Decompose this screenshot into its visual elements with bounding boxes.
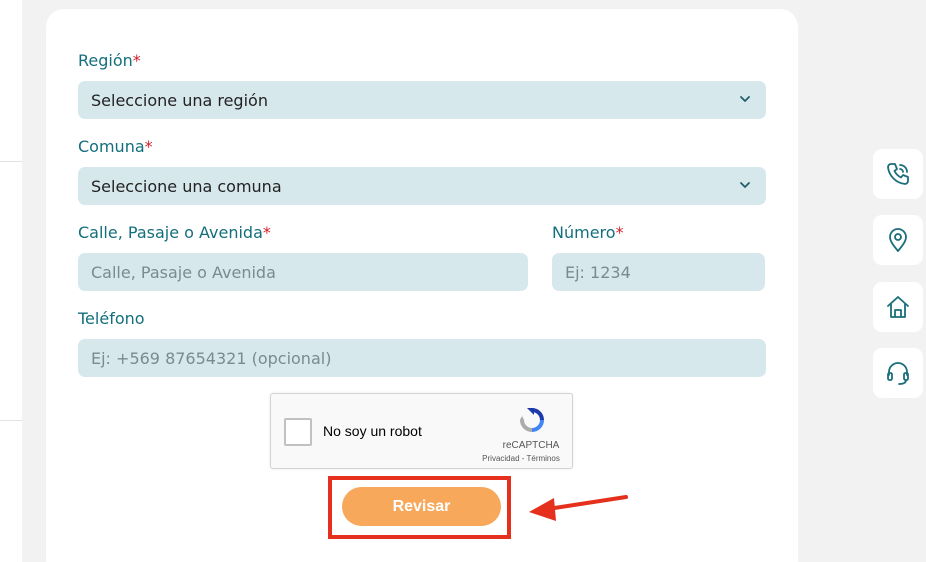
annotation-arrow-icon <box>529 495 628 521</box>
headset-icon <box>887 362 909 385</box>
street-placeholder: Calle, Pasaje o Avenida <box>91 262 276 282</box>
location-button[interactable] <box>873 215 923 265</box>
location-pin-icon <box>889 228 907 252</box>
phone-placeholder: Ej: +569 87654321 (opcional) <box>91 348 332 368</box>
required-asterisk: * <box>132 51 141 70</box>
number-input[interactable]: Ej: 1234 <box>552 253 765 291</box>
recaptcha-widget: No soy un robot reCAPTCHA Privacidad - T… <box>270 393 573 469</box>
required-asterisk: * <box>144 137 153 156</box>
recaptcha-brand: reCAPTCHA <box>502 440 560 451</box>
phone-input[interactable]: Ej: +569 87654321 (opcional) <box>78 339 766 377</box>
required-asterisk: * <box>262 223 271 242</box>
phone-icon <box>887 163 909 185</box>
recaptcha-logo-icon <box>520 408 544 432</box>
phone-button[interactable] <box>873 149 923 199</box>
comuna-label: Comuna* <box>78 137 153 156</box>
recaptcha-label: No soy un robot <box>323 423 422 439</box>
recaptcha-checkbox[interactable] <box>284 418 312 446</box>
street-input[interactable]: Calle, Pasaje o Avenida <box>78 253 528 291</box>
chevron-down-icon <box>740 182 750 188</box>
highlight-annotation <box>328 476 511 539</box>
home-button[interactable] <box>873 282 923 332</box>
divider <box>0 420 22 421</box>
region-select-value: Seleccione una región <box>91 90 268 110</box>
phone-label: Teléfono <box>78 309 145 328</box>
required-asterisk: * <box>615 223 624 242</box>
chevron-down-icon <box>740 96 750 102</box>
comuna-select[interactable]: Seleccione una comuna <box>78 167 766 205</box>
region-label: Región* <box>78 51 141 70</box>
number-placeholder: Ej: 1234 <box>565 262 631 282</box>
support-button[interactable] <box>873 348 923 398</box>
divider <box>0 161 22 162</box>
number-label: Número* <box>552 223 624 242</box>
left-panel <box>0 0 22 562</box>
comuna-select-value: Seleccione una comuna <box>91 176 282 196</box>
street-label: Calle, Pasaje o Avenida* <box>78 223 271 242</box>
recaptcha-links[interactable]: Privacidad - Términos <box>471 454 571 463</box>
region-select[interactable]: Seleccione una región <box>78 81 766 119</box>
home-icon <box>887 296 909 318</box>
